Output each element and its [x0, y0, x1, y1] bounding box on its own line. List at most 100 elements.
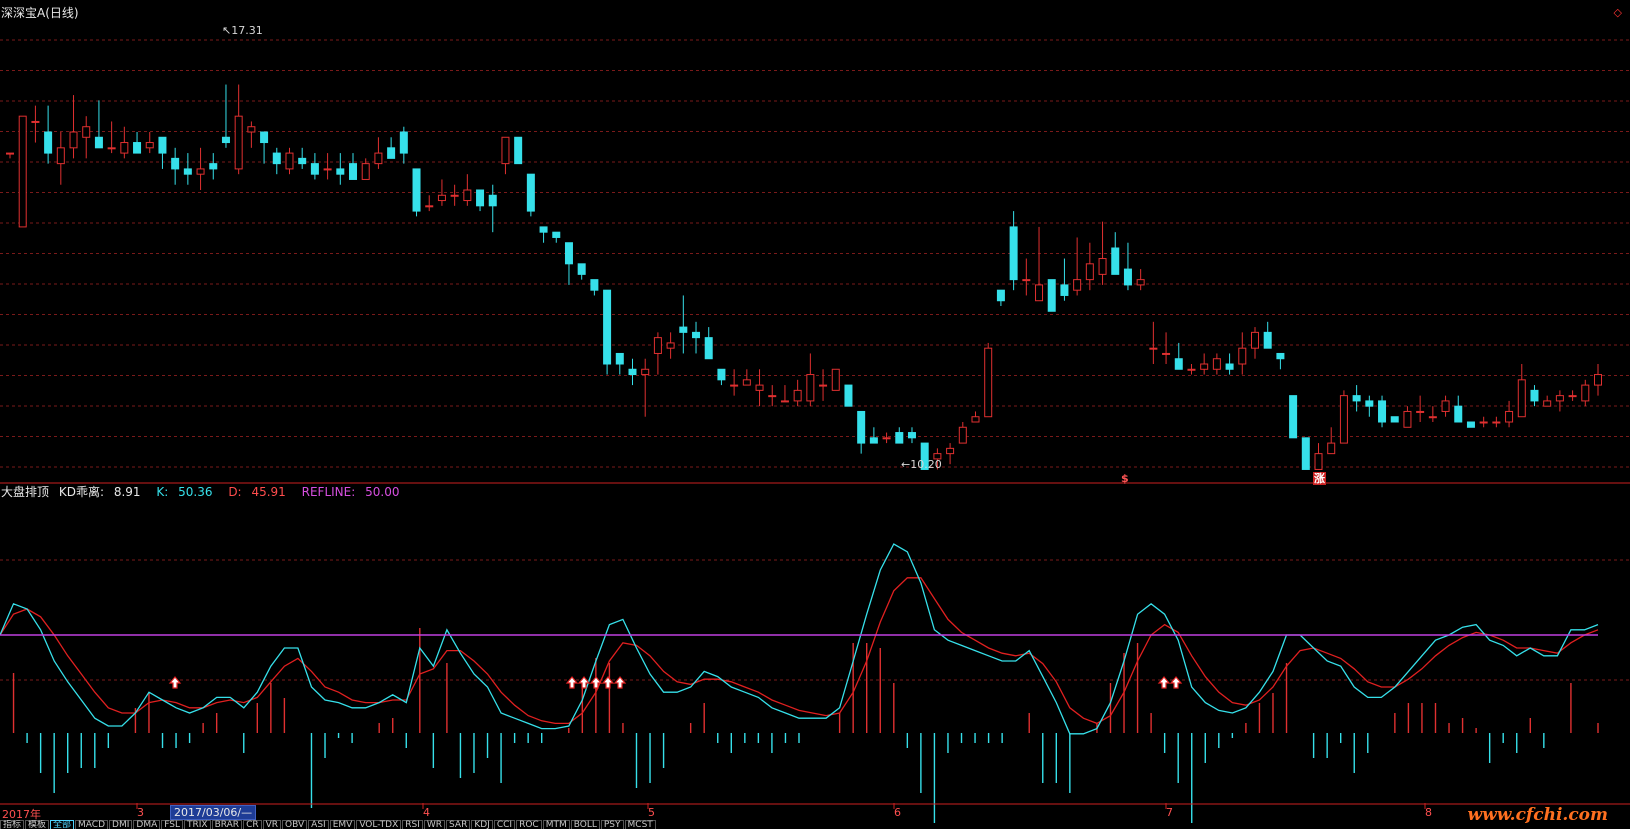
candle-body: [1543, 400, 1552, 407]
tab-3[interactable]: MACD: [75, 820, 109, 829]
tab-23[interactable]: PSY: [600, 820, 624, 829]
candle-body: [1505, 410, 1514, 423]
zhang-signal-label: 涨: [1313, 472, 1326, 485]
selected-date-box: 2017/03/06/—: [170, 805, 257, 820]
chart-title: 深深宝A(日线): [1, 6, 79, 20]
candle-body: [1085, 263, 1094, 281]
candle-body: [1454, 405, 1463, 423]
kline-chart[interactable]: [0, 0, 1630, 829]
indicator-grid: [0, 559, 1630, 809]
low-price-value: 10.20: [910, 458, 942, 471]
diamond-icon[interactable]: ◇: [1614, 6, 1622, 19]
candle-body: [1416, 410, 1425, 413]
candle-body: [857, 410, 866, 444]
candle-body: [1238, 347, 1247, 365]
candle-body: [1568, 395, 1577, 398]
tab-2[interactable]: 全部: [50, 820, 75, 829]
candle-body: [793, 389, 802, 402]
kd-label: KD乖离:: [58, 485, 104, 499]
candle-body: [539, 226, 548, 233]
tab-11[interactable]: OBV: [282, 820, 308, 829]
up-arrow-icon: [601, 676, 615, 689]
refline-value: 50.00: [365, 485, 400, 499]
candle-body: [996, 289, 1005, 302]
axis-month-4: 4: [423, 806, 430, 819]
candle-body: [247, 126, 256, 133]
candle-body: [514, 136, 523, 165]
candle-body: [399, 131, 408, 154]
candle-body: [476, 189, 485, 207]
candle-body: [1187, 368, 1196, 371]
axis-month-8: 8: [1425, 806, 1432, 819]
candle-body: [526, 173, 535, 212]
candle-body: [209, 163, 218, 170]
candle-body: [958, 426, 967, 444]
tab-24[interactable]: MCST: [624, 820, 656, 829]
kd-value: 8.91: [113, 485, 141, 499]
indicator-name[interactable]: 大盘排顶: [1, 485, 49, 499]
tab-5[interactable]: DMA: [133, 820, 161, 829]
tab-16[interactable]: WR: [423, 820, 446, 829]
candle-body: [1149, 347, 1158, 350]
candle-body: [437, 194, 446, 202]
up-arrow-icon: [613, 676, 627, 689]
tab-1[interactable]: 模板: [25, 820, 50, 829]
tab-14[interactable]: VOL-TDX: [356, 820, 402, 829]
candle-body: [1403, 410, 1412, 428]
tab-17[interactable]: SAR: [446, 820, 471, 829]
tab-0[interactable]: 指标: [0, 820, 25, 829]
candle-body: [1174, 358, 1183, 370]
tab-9[interactable]: CR: [243, 820, 262, 829]
tab-22[interactable]: BOLL: [570, 820, 600, 829]
tab-4[interactable]: DMI: [109, 820, 133, 829]
indicator-header: 大盘排顶 KD乖离: 8.91 K: 50.36 D: 45.91 REFLIN…: [1, 485, 411, 499]
candle-body: [895, 432, 904, 444]
axis-month-7: 7: [1166, 806, 1173, 819]
refline-label: REFLINE:: [301, 485, 356, 499]
candle-body: [488, 194, 497, 207]
tab-6[interactable]: FSL: [161, 820, 183, 829]
candle-body: [133, 142, 142, 154]
candle-body: [94, 136, 103, 149]
candle-body: [196, 168, 205, 175]
tab-21[interactable]: MTM: [542, 820, 570, 829]
candle-body: [1339, 395, 1348, 444]
candle-body: [1073, 279, 1082, 291]
candle-body: [755, 384, 764, 391]
candle-body: [31, 120, 40, 123]
candle-body: [780, 400, 789, 403]
tab-13[interactable]: EMV: [329, 820, 356, 829]
candle-body: [183, 168, 192, 175]
candle-body: [44, 131, 53, 154]
candle-body: [1111, 247, 1120, 275]
candle-body: [1301, 437, 1310, 470]
candle-body: [1327, 442, 1336, 455]
tab-12[interactable]: ASI: [308, 820, 329, 829]
candle-body: [463, 189, 472, 202]
candle-body: [1136, 279, 1145, 286]
candle-body: [145, 142, 154, 149]
candle-body: [120, 142, 129, 154]
candle-body: [310, 163, 319, 175]
candle-body: [56, 147, 65, 165]
candle-body: [1276, 352, 1285, 360]
candle-body: [412, 168, 421, 212]
tab-20[interactable]: ROC: [516, 820, 542, 829]
candle-body: [653, 337, 662, 354]
candle-body: [1428, 416, 1437, 419]
candle-body: [171, 157, 180, 170]
tab-7[interactable]: TRIX: [184, 820, 211, 829]
tab-15[interactable]: RSI: [402, 820, 423, 829]
d-line: [0, 577, 1599, 725]
candle-body: [1123, 268, 1132, 286]
candle-body: [1289, 395, 1298, 439]
tab-18[interactable]: KDJ: [471, 820, 493, 829]
tab-8[interactable]: BRAR: [211, 820, 243, 829]
candle-body: [1441, 400, 1450, 412]
candle-body: [501, 136, 510, 165]
candle-body: [336, 168, 345, 175]
d-label: D:: [228, 485, 242, 499]
high-price-value: 17.31: [231, 24, 263, 37]
tab-10[interactable]: VR: [262, 820, 282, 829]
tab-19[interactable]: CCI: [493, 820, 516, 829]
